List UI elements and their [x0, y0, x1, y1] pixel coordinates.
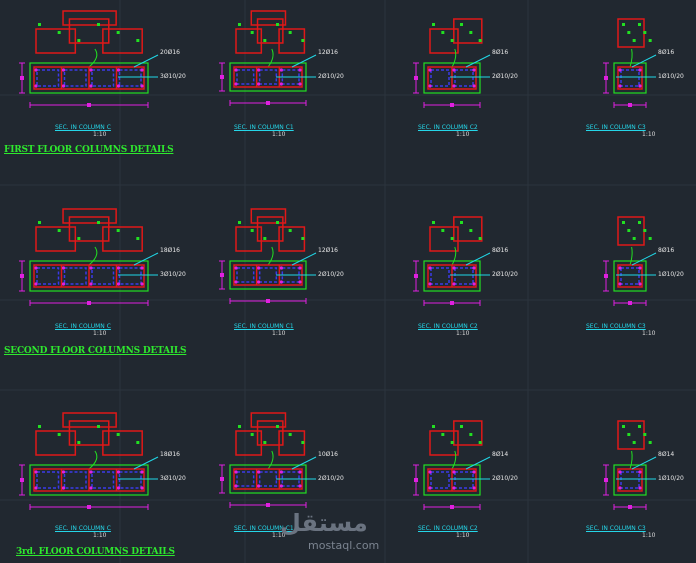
mostaql-logo: مستقل mostaql.com: [280, 509, 390, 553]
stirrup-annotation: 2Ø10/20: [318, 475, 344, 482]
stirrup-detail-sketch: [35, 10, 143, 54]
stirrup-detail-sketch: [35, 208, 143, 252]
stirrup-annotation: 1Ø10/20: [658, 271, 684, 278]
logo-arabic-text: مستقل: [280, 509, 368, 537]
bar-annotation: 8Ø16: [658, 49, 675, 56]
stirrup-detail-sketch: [429, 216, 483, 252]
stirrup-annotation: 2Ø10/20: [492, 73, 518, 80]
bar-annotation: 18Ø16: [160, 451, 180, 458]
section-scale: 1:10: [456, 532, 470, 539]
section-title: SEC. IN COLUMN C3: [586, 323, 646, 330]
column-section-c3-floor-1: [603, 18, 657, 108]
section-scale: 1:10: [642, 532, 656, 539]
section-title: SEC. IN COLUMN C1: [234, 124, 294, 131]
section-scale: 1:10: [272, 131, 286, 138]
stirrup-annotation: 3Ø10/20: [160, 475, 186, 482]
stirrup-detail-sketch: [617, 18, 652, 48]
stirrup-annotation: 2Ø10/20: [492, 475, 518, 482]
column-section-c1-floor-2: [219, 208, 317, 304]
column-section-c-floor-1: [19, 10, 159, 108]
column-section-c2-floor-2: [413, 216, 491, 306]
stirrup-detail-sketch: [617, 216, 652, 246]
section-scale: 1:10: [642, 131, 656, 138]
column-section-c2-floor-1: [413, 18, 491, 108]
floor-title-third: 3rd. FLOOR COLUMNS DETAILS: [16, 547, 175, 557]
section-scale: 1:10: [93, 532, 107, 539]
section-title: SEC. IN COLUMN C2: [418, 525, 478, 532]
column-section-c-floor-3: [19, 412, 159, 510]
stirrup-detail-sketch: [429, 420, 483, 456]
logo-latin-text: mostaql.com: [308, 539, 380, 552]
section-title: SEC. IN COLUMN C: [55, 323, 111, 330]
section-scale: 1:10: [642, 330, 656, 337]
bar-annotation: 12Ø16: [318, 247, 338, 254]
stirrup-annotation: 2Ø10/20: [318, 73, 344, 80]
section-title: SEC. IN COLUMN C: [55, 124, 111, 131]
column-section-c1-floor-3: [219, 412, 317, 508]
section-title: SEC. IN COLUMN C: [55, 525, 111, 532]
section-scale: 1:10: [93, 131, 107, 138]
section-scale: 1:10: [272, 330, 286, 337]
bar-annotation: 8Ø14: [658, 451, 675, 458]
column-section-c-floor-2: [19, 208, 159, 306]
column-section-c3-floor-3: [603, 420, 657, 510]
bar-annotation: 8Ø14: [492, 451, 509, 458]
stirrup-detail-sketch: [617, 420, 652, 450]
section-title: SEC. IN COLUMN C3: [586, 124, 646, 131]
stirrup-annotation: 3Ø10/20: [160, 73, 186, 80]
section-title: SEC. IN COLUMN C3: [586, 525, 646, 532]
bar-annotation: 20Ø16: [160, 49, 180, 56]
stirrup-detail-sketch: [235, 412, 306, 456]
column-section-c3-floor-2: [603, 216, 657, 306]
floor-title-first: FIRST FLOOR COLUMNS DETAILS: [4, 145, 174, 155]
section-scale: 1:10: [456, 330, 470, 337]
bar-annotation: 12Ø16: [318, 49, 338, 56]
section-scale: 1:10: [456, 131, 470, 138]
section-title: SEC. IN COLUMN C1: [234, 323, 294, 330]
stirrup-annotation: 1Ø10/20: [658, 73, 684, 80]
drawing-canvas[interactable]: 20Ø16 3Ø10/20 SEC. IN COLUMN C 1:10 12Ø16 2Ø1…: [0, 0, 696, 563]
stirrup-annotation: 2Ø10/20: [492, 271, 518, 278]
stirrup-detail-sketch: [35, 412, 143, 456]
section-title: SEC. IN COLUMN C2: [418, 323, 478, 330]
stirrup-annotation: 2Ø10/20: [318, 271, 344, 278]
section-title: SEC. IN COLUMN C2: [418, 124, 478, 131]
bar-annotation: 8Ø16: [492, 49, 509, 56]
stirrup-annotation: 1Ø10/20: [658, 475, 684, 482]
section-scale: 1:10: [93, 330, 107, 337]
bar-annotation: 10Ø16: [318, 451, 338, 458]
stirrup-detail-sketch: [235, 10, 306, 54]
column-section-c2-floor-3: [413, 420, 491, 510]
stirrup-detail-sketch: [235, 208, 306, 252]
stirrup-detail-sketch: [429, 18, 483, 54]
stirrup-annotation: 3Ø10/20: [160, 271, 186, 278]
bar-annotation: 8Ø16: [492, 247, 509, 254]
column-section-c1-floor-1: [219, 10, 317, 106]
floor-title-second: SECOND FLOOR COLUMNS DETAILS: [4, 346, 187, 356]
bar-annotation: 18Ø16: [160, 247, 180, 254]
bar-annotation: 8Ø16: [658, 247, 675, 254]
